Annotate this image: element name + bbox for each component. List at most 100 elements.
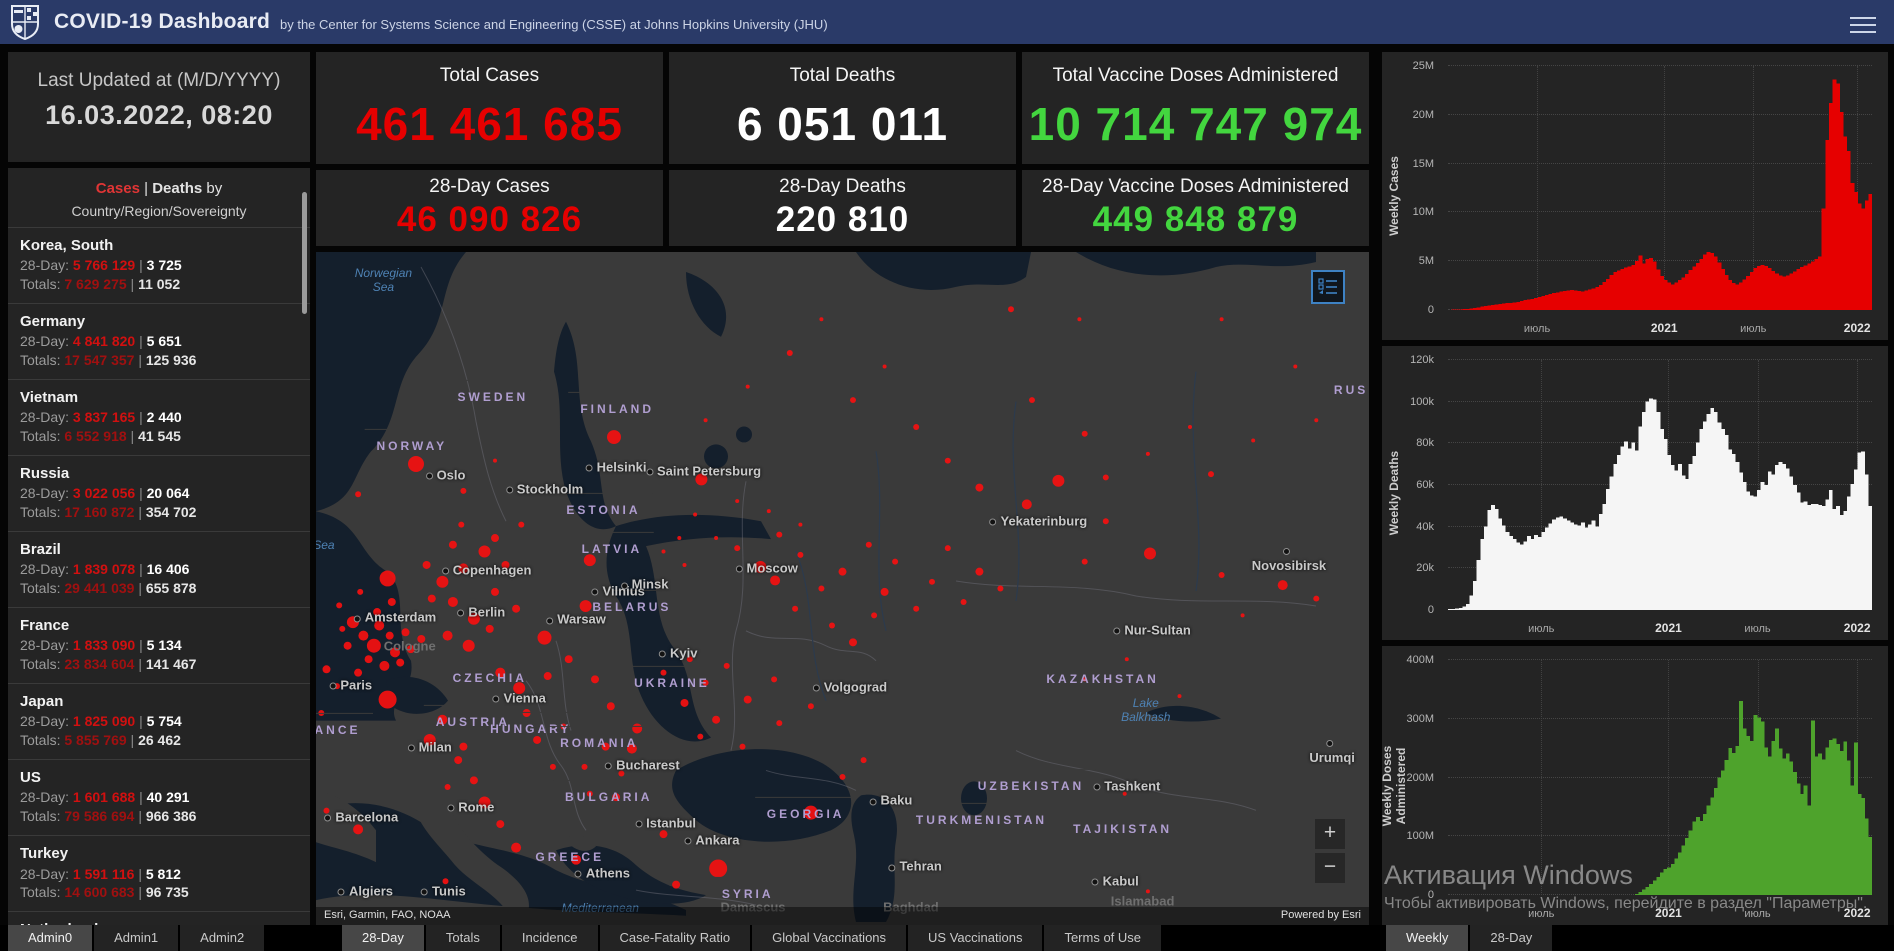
country-list-panel: Cases | Deaths by Country/Region/Soverei… xyxy=(8,168,310,925)
tab-totals[interactable]: Totals xyxy=(425,925,500,951)
list-item-netherlands[interactable]: Netherlands28-Day: 1 510 422 | 354Totals… xyxy=(8,911,310,925)
map-zoom-out-button[interactable]: − xyxy=(1315,853,1345,883)
country-list-scrollbar[interactable] xyxy=(302,192,307,314)
stat-28-day-cases: 28-Day Cases 46 090 826 xyxy=(316,170,663,246)
map-zoom-in-button[interactable]: + xyxy=(1315,819,1345,849)
tab-us-vaccinations[interactable]: US Vaccinations xyxy=(908,925,1043,951)
map-canvas xyxy=(316,252,1369,925)
y-axis: 0 20k 40k 60k 80k 100k 120k xyxy=(1382,354,1442,616)
bottom-tab-bar: Admin0 Admin1 Admin2 28-Day Totals Incidence… xyxy=(0,925,1894,951)
country-28day-line: 28-Day: 1 839 078 | 16 406 xyxy=(20,561,190,578)
x-tick-label: 2021 xyxy=(1655,906,1682,920)
list-item-turkey[interactable]: Turkey 28-Day: 1 591 116 | 5 812 Totals: 1… xyxy=(8,835,310,911)
last-updated-panel: Last Updated at (M/D/YYYY) 16.03.2022, 0… xyxy=(8,52,310,162)
list-item-france[interactable]: France 28-Day: 1 833 090 | 5 134 Totals: 2… xyxy=(8,607,310,683)
list-item-us[interactable]: US 28-Day: 1 601 688 | 40 291 Totals: 79 5… xyxy=(8,759,310,835)
tab-incidence[interactable]: Incidence xyxy=(501,925,598,951)
stat-label: Total Cases xyxy=(439,65,540,86)
chart-period-tabs: Weekly 28-Day xyxy=(1386,925,1554,951)
stat-label: 28-Day Vaccine Doses Administered xyxy=(1042,176,1349,197)
metric-tabs: 28-Day Totals Incidence Case-Fatality Ratio… xyxy=(342,925,1163,951)
list-item-brazil[interactable]: Brazil 28-Day: 1 839 078 | 16 406 Totals: … xyxy=(8,531,310,607)
x-tick-label: июль xyxy=(1744,623,1771,635)
country-28day-line: 28-Day: 3 837 165 | 2 440 xyxy=(20,409,182,426)
stat-label: 28-Day Cases xyxy=(429,176,550,197)
stat-value: 6 051 011 xyxy=(736,98,949,150)
y-tick-label: 5M xyxy=(1418,255,1434,268)
list-item-germany[interactable]: Germany 28-Day: 4 841 820 | 5 651 Totals: … xyxy=(8,303,310,379)
chart-plot xyxy=(1448,659,1872,895)
country-list-header: Cases | Deaths by xyxy=(95,180,223,197)
country-name: Russia xyxy=(20,465,70,483)
y-tick-label: 100k xyxy=(1410,395,1434,408)
tab-weekly[interactable]: Weekly xyxy=(1386,925,1469,951)
stat-label: 28-Day Deaths xyxy=(779,176,906,197)
bar-series xyxy=(1448,398,1872,610)
country-totals-line: Totals: 17 160 872 | 354 702 xyxy=(20,504,197,521)
y-tick-label: 120k xyxy=(1410,354,1434,366)
last-updated-label: Last Updated at (M/D/YYYY) xyxy=(37,70,281,91)
stat-value: 46 090 826 xyxy=(396,200,583,239)
stat-value: 220 810 xyxy=(775,200,910,239)
x-tick-label: июль xyxy=(1528,623,1555,635)
x-tick-label: 2022 xyxy=(1843,906,1871,920)
list-item-korea-south[interactable]: Korea, South 28-Day: 5 766 129 | 3 725 Tot… xyxy=(8,227,310,303)
list-item-russia[interactable]: Russia 28-Day: 3 022 056 | 20 064 Totals: … xyxy=(8,455,310,531)
bar-series xyxy=(1634,701,1872,895)
country-totals-line: Totals: 79 586 694 | 966 386 xyxy=(20,808,197,825)
country-list-subheader: Country/Region/Sovereignty xyxy=(71,203,247,219)
stat-total-cases: Total Cases 461 461 685 xyxy=(316,52,663,164)
y-tick-label: 25M xyxy=(1412,60,1434,72)
x-tick-label: июль xyxy=(1740,323,1767,335)
list-item-vietnam[interactable]: Vietnam 28-Day: 3 837 165 | 2 440 Totals: … xyxy=(8,379,310,455)
x-axis: июль 2021 июль 2022 xyxy=(1448,619,1872,635)
admin-tabs: Admin0 Admin1 Admin2 xyxy=(8,925,266,951)
page-title: COVID-19 Dashboard xyxy=(54,10,270,33)
stat-value: 461 461 685 xyxy=(356,98,623,150)
y-axis: 0 5M 10M 15M 20M 25M xyxy=(1382,60,1442,316)
weekly-deaths-chart: Weekly Deaths 0 20k 40k 60k 80k 100k 120k июль 20… xyxy=(1382,346,1888,640)
covid-dashboard: COVID-19 Dashboard by the Center for Sys… xyxy=(0,0,1894,951)
stat-value: 10 714 747 974 xyxy=(1028,98,1363,150)
stat-total-vaccine-doses-administered: Total Vaccine Doses Administered 10 714 7… xyxy=(1022,52,1369,164)
last-updated-value: 16.03.2022, 08:20 xyxy=(45,100,273,130)
stat-28-day-vaccine-doses-administered: 28-Day Vaccine Doses Administered 449 848… xyxy=(1022,170,1369,246)
x-tick-label: 2021 xyxy=(1650,321,1678,335)
y-tick-label: 60k xyxy=(1416,479,1434,491)
y-tick-label: 0 xyxy=(1427,889,1434,901)
tab-case-fatality-ratio[interactable]: Case-Fatality Ratio xyxy=(599,925,751,951)
tab-28-day[interactable]: 28-Day xyxy=(1470,925,1553,951)
country-name: Korea, South xyxy=(20,237,114,254)
tab-admin1[interactable]: Admin1 xyxy=(94,925,179,951)
country-totals-line: Totals: 5 855 769 | 26 462 xyxy=(20,732,181,749)
page-subtitle: by the Center for Systems Science and En… xyxy=(279,16,828,32)
legend-button[interactable] xyxy=(1311,270,1345,304)
tab-admin0[interactable]: Admin0 xyxy=(8,925,93,951)
tab-28-day[interactable]: 28-Day xyxy=(342,925,424,951)
country-totals-line: Totals: 6 552 918 | 41 545 xyxy=(20,428,181,445)
y-tick-label: 300M xyxy=(1406,712,1434,725)
deaths-header-label: Deaths xyxy=(152,180,203,197)
hamburger-menu-icon[interactable] xyxy=(1850,12,1876,38)
world-map[interactable]: Norwegian SeaNorth SeaLake BalkhashMedit… xyxy=(316,252,1369,925)
country-28day-line: 28-Day: 1 825 090 | 5 754 xyxy=(20,713,182,730)
y-tick-label: 0 xyxy=(1427,604,1434,616)
y-tick-label: 200M xyxy=(1406,771,1434,784)
country-28day-line: 28-Day: 5 766 129 | 3 725 xyxy=(20,257,182,274)
tab-admin2[interactable]: Admin2 xyxy=(180,925,265,951)
chart-plot xyxy=(1448,359,1872,610)
legend-list-icon xyxy=(1318,278,1337,294)
chart-plot xyxy=(1448,65,1872,310)
country-totals-line: Totals: 7 629 275 | 11 052 xyxy=(20,276,181,293)
country-name: Turkey xyxy=(20,845,69,863)
tab-global-vaccinations[interactable]: Global Vaccinations xyxy=(752,925,907,951)
weekly-doses-chart: Weekly Doses Administered 0 100M 200M 300M 40… xyxy=(1380,646,1888,925)
list-item-japan[interactable]: Japan 28-Day: 1 825 090 | 5 754 Totals: 5 … xyxy=(8,683,310,759)
country-name: US xyxy=(20,769,41,787)
y-tick-label: 40k xyxy=(1416,520,1434,533)
country-28day-line: 28-Day: 1 601 688 | 40 291 xyxy=(20,789,190,806)
x-tick-label: 2022 xyxy=(1843,621,1871,635)
powered-by-esri: Powered by Esri xyxy=(1280,909,1361,921)
y-tick-label: 0 xyxy=(1427,304,1434,316)
tab-terms-of-use[interactable]: Terms of Use xyxy=(1044,925,1162,951)
